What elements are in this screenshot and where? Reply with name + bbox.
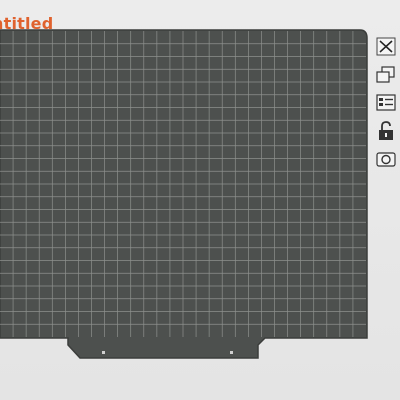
- models-button[interactable]: [374, 62, 400, 88]
- lock-icon: [379, 121, 393, 140]
- bed-screw-left: [102, 351, 105, 354]
- project-title: ntitled: [0, 14, 54, 33]
- close-icon: [376, 37, 396, 56]
- list-view-icon: [376, 94, 396, 111]
- list-view-button[interactable]: [374, 90, 400, 116]
- models-icon: [376, 66, 395, 83]
- bed-screw-right: [230, 351, 233, 354]
- print-bed-plate: [0, 29, 368, 359]
- close-button[interactable]: [374, 34, 400, 60]
- camera-button[interactable]: [374, 146, 400, 172]
- print-bed: [0, 29, 368, 359]
- lock-button[interactable]: [374, 118, 400, 144]
- 3d-viewport[interactable]: ntitled: [0, 0, 400, 400]
- camera-icon: [376, 152, 396, 167]
